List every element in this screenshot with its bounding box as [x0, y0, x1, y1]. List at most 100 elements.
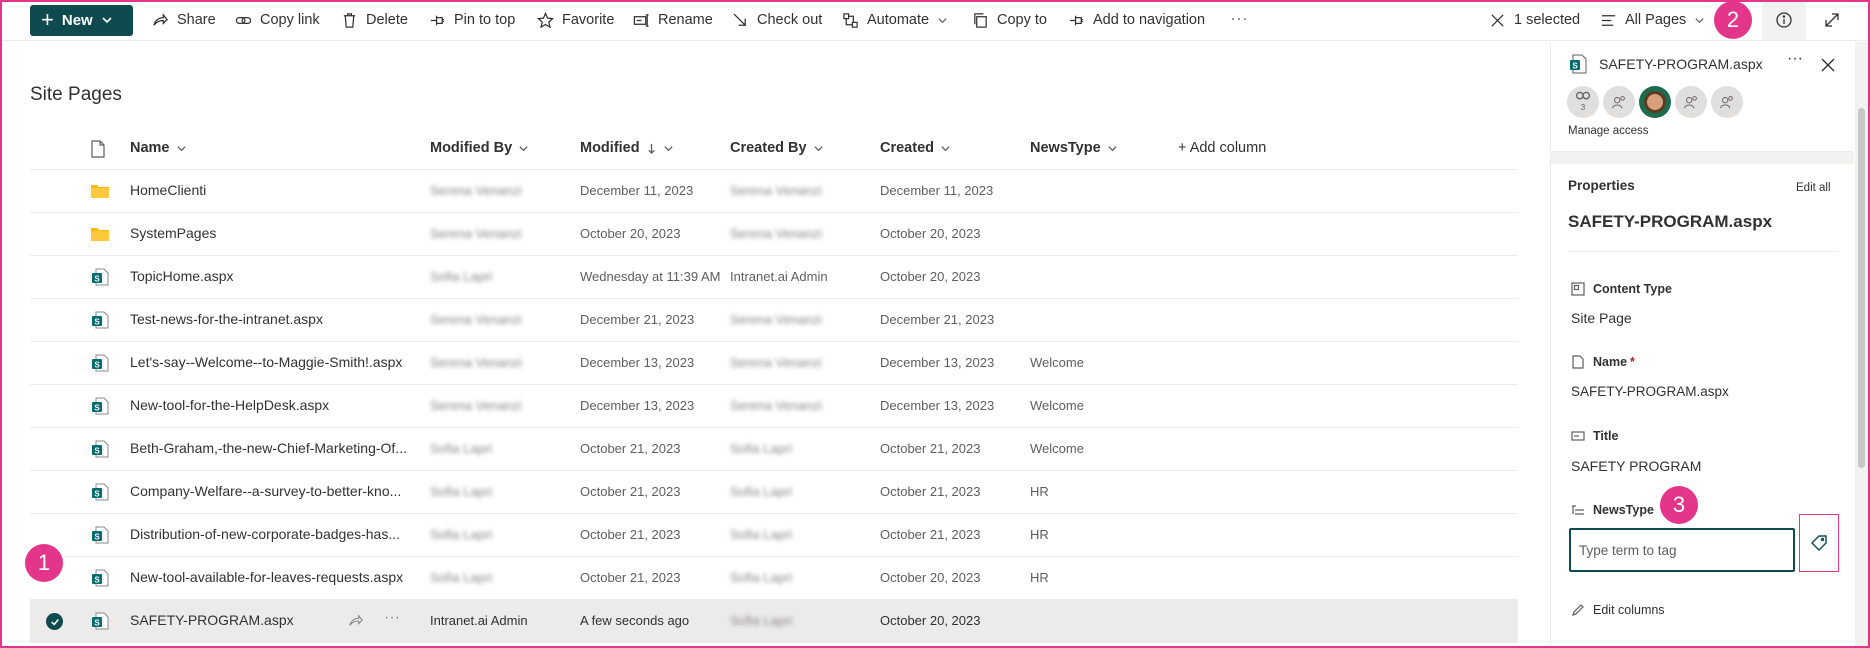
- row-name[interactable]: Test-news-for-the-intranet.aspx: [130, 311, 323, 327]
- info-pane-button[interactable]: [1762, 0, 1806, 40]
- copy-link-button[interactable]: Copy link: [235, 8, 320, 32]
- add-to-navigation-button[interactable]: Add to navigation: [1068, 8, 1205, 32]
- share-icon[interactable]: [348, 613, 364, 629]
- table-row[interactable]: S Let's-say--Welcome--to-Maggie-Smith!.as…: [30, 342, 1518, 385]
- avatar[interactable]: [1675, 86, 1707, 118]
- table-row[interactable]: S SAFETY-PROGRAM.aspx ··· Intranet.ai Admin…: [30, 600, 1518, 643]
- content-type-value[interactable]: Site Page: [1571, 310, 1632, 326]
- favorite-button[interactable]: Favorite: [537, 8, 614, 32]
- share-label: Share: [177, 12, 216, 28]
- avatar-group[interactable]: 3: [1567, 86, 1599, 118]
- row-modified: December 21, 2023: [580, 312, 695, 327]
- delete-button[interactable]: Delete: [341, 8, 408, 32]
- row-name[interactable]: Beth-Graham,-the-new-Chief-Marketing-Of.…: [130, 440, 407, 456]
- row-name[interactable]: New-tool-available-for-leaves-requests.a…: [130, 569, 403, 585]
- view-list-icon: [1601, 14, 1616, 26]
- column-header-newstype[interactable]: NewsType: [1030, 140, 1118, 156]
- pencil-icon: [1572, 604, 1584, 616]
- pin-to-top-button[interactable]: Pin to top: [429, 8, 515, 32]
- details-file-name: SAFETY-PROGRAM.aspx: [1599, 56, 1763, 72]
- svg-text:S: S: [94, 361, 100, 370]
- properties-title: SAFETY-PROGRAM.aspx: [1568, 212, 1773, 231]
- row-newstype: Welcome: [1030, 398, 1084, 413]
- new-button[interactable]: + New: [30, 4, 133, 36]
- row-more-button[interactable]: ···: [384, 609, 400, 627]
- document-icon: [1572, 355, 1584, 369]
- table-row[interactable]: S Beth-Graham,-the-new-Chief-Marketing-Of…: [30, 428, 1518, 471]
- person-icon: [1684, 96, 1697, 109]
- row-name[interactable]: SAFETY-PROGRAM.aspx: [130, 612, 294, 628]
- edit-columns-link[interactable]: Edit columns: [1571, 603, 1665, 617]
- scrollbar-thumb[interactable]: [1858, 108, 1865, 468]
- sharepoint-page-icon: S: [92, 569, 109, 587]
- avatar[interactable]: [1603, 86, 1635, 118]
- details-pane: S SAFETY-PROGRAM.aspx ··· 3 Manage acces…: [1550, 42, 1854, 648]
- share-button[interactable]: Share: [152, 8, 216, 32]
- title-value[interactable]: SAFETY PROGRAM: [1571, 458, 1701, 474]
- add-to-navigation-label: Add to navigation: [1093, 12, 1206, 28]
- view-switcher[interactable]: All Pages: [1600, 8, 1705, 32]
- column-header-modified-by[interactable]: Modified By: [430, 140, 529, 156]
- row-created-by: Sofia Lapri: [730, 527, 793, 542]
- row-modified-by: Serena Venanzi: [430, 226, 522, 241]
- column-modified-by-label: Modified By: [430, 140, 513, 156]
- step-badge-2: 2: [1714, 1, 1752, 39]
- sharepoint-page-icon: S: [92, 612, 109, 630]
- row-name[interactable]: Distribution-of-new-corporate-badges-has…: [130, 526, 400, 542]
- row-created-by: Intranet.ai Admin: [730, 269, 828, 284]
- column-header-created[interactable]: Created: [880, 140, 951, 156]
- chevron-down-icon: [663, 145, 673, 151]
- row-created: December 13, 2023: [880, 355, 995, 370]
- trash-icon: [343, 12, 356, 28]
- copy-to-button[interactable]: Copy to: [972, 8, 1047, 32]
- sharepoint-page-icon: S: [92, 311, 109, 329]
- avatar[interactable]: [1711, 86, 1743, 118]
- row-name[interactable]: SystemPages: [130, 225, 216, 241]
- expand-button[interactable]: [1810, 0, 1854, 40]
- row-created: October 21, 2023: [880, 527, 981, 542]
- row-modified: October 21, 2023: [580, 441, 681, 456]
- clear-selection-button[interactable]: 1 selected: [1489, 8, 1580, 32]
- chevron-down-icon: [176, 145, 186, 151]
- column-header-modified[interactable]: Modified: [580, 140, 674, 156]
- details-header: S SAFETY-PROGRAM.aspx ··· 3 Manage acces…: [1551, 42, 1853, 152]
- table-row[interactable]: S Company-Welfare--a-survey-to-better-kno…: [30, 471, 1518, 514]
- row-created-by: Sofia Lapri: [730, 441, 793, 456]
- manage-access-link[interactable]: Manage access: [1568, 125, 1649, 137]
- automate-button[interactable]: Automate: [842, 8, 948, 32]
- column-header-created-by[interactable]: Created By: [730, 140, 824, 156]
- row-selected-check[interactable]: [46, 613, 63, 630]
- table-row[interactable]: S Distribution-of-new-corporate-badges-ha…: [30, 514, 1518, 557]
- avatar-photo[interactable]: [1639, 86, 1671, 118]
- newstype-term-input[interactable]: Type term to tag: [1569, 528, 1795, 572]
- check-out-button[interactable]: Check out: [732, 8, 822, 32]
- column-header-name[interactable]: Name: [130, 140, 187, 156]
- sort-down-icon: [647, 143, 655, 154]
- row-name[interactable]: HomeClienti: [130, 182, 206, 198]
- browse-terms-button[interactable]: [1799, 514, 1839, 572]
- folder-icon: [91, 228, 109, 241]
- file-type-icon: [91, 140, 105, 158]
- add-column-button[interactable]: + Add column: [1178, 140, 1266, 156]
- table-row[interactable]: S New-tool-available-for-leaves-requests.…: [30, 557, 1518, 600]
- table-row[interactable]: SystemPages Serena Venanzi October 20, 202…: [30, 213, 1518, 256]
- details-scrollbar[interactable]: [1855, 42, 1868, 648]
- table-row[interactable]: HomeClienti Serena Venanzi December 11, 20…: [30, 170, 1518, 213]
- table-row[interactable]: S TopicHome.aspx Sofia Lapri Wednesday at 1…: [30, 256, 1518, 299]
- table-row[interactable]: S Test-news-for-the-intranet.aspx Serena V…: [30, 299, 1518, 342]
- table-row[interactable]: S New-tool-for-the-HelpDesk.aspx Serena Ve…: [30, 385, 1518, 428]
- close-icon[interactable]: [1821, 58, 1835, 72]
- row-name[interactable]: Let's-say--Welcome--to-Maggie-Smith!.asp…: [130, 354, 402, 370]
- row-name[interactable]: Company-Welfare--a-survey-to-better-kno.…: [130, 483, 401, 499]
- row-name[interactable]: TopicHome.aspx: [130, 268, 234, 284]
- name-value[interactable]: SAFETY-PROGRAM.aspx: [1571, 384, 1729, 399]
- pin-to-top-label: Pin to top: [454, 12, 516, 28]
- more-commands-button[interactable]: ···: [1230, 6, 1248, 30]
- edit-all-link[interactable]: Edit all: [1796, 182, 1831, 194]
- details-more-button[interactable]: ···: [1787, 50, 1803, 68]
- row-name[interactable]: New-tool-for-the-HelpDesk.aspx: [130, 397, 329, 413]
- row-created-by: Serena Venanzi: [730, 312, 822, 327]
- rename-button[interactable]: Rename: [633, 8, 713, 32]
- rename-label: Rename: [658, 12, 713, 28]
- row-created: October 20, 2023: [880, 570, 981, 585]
